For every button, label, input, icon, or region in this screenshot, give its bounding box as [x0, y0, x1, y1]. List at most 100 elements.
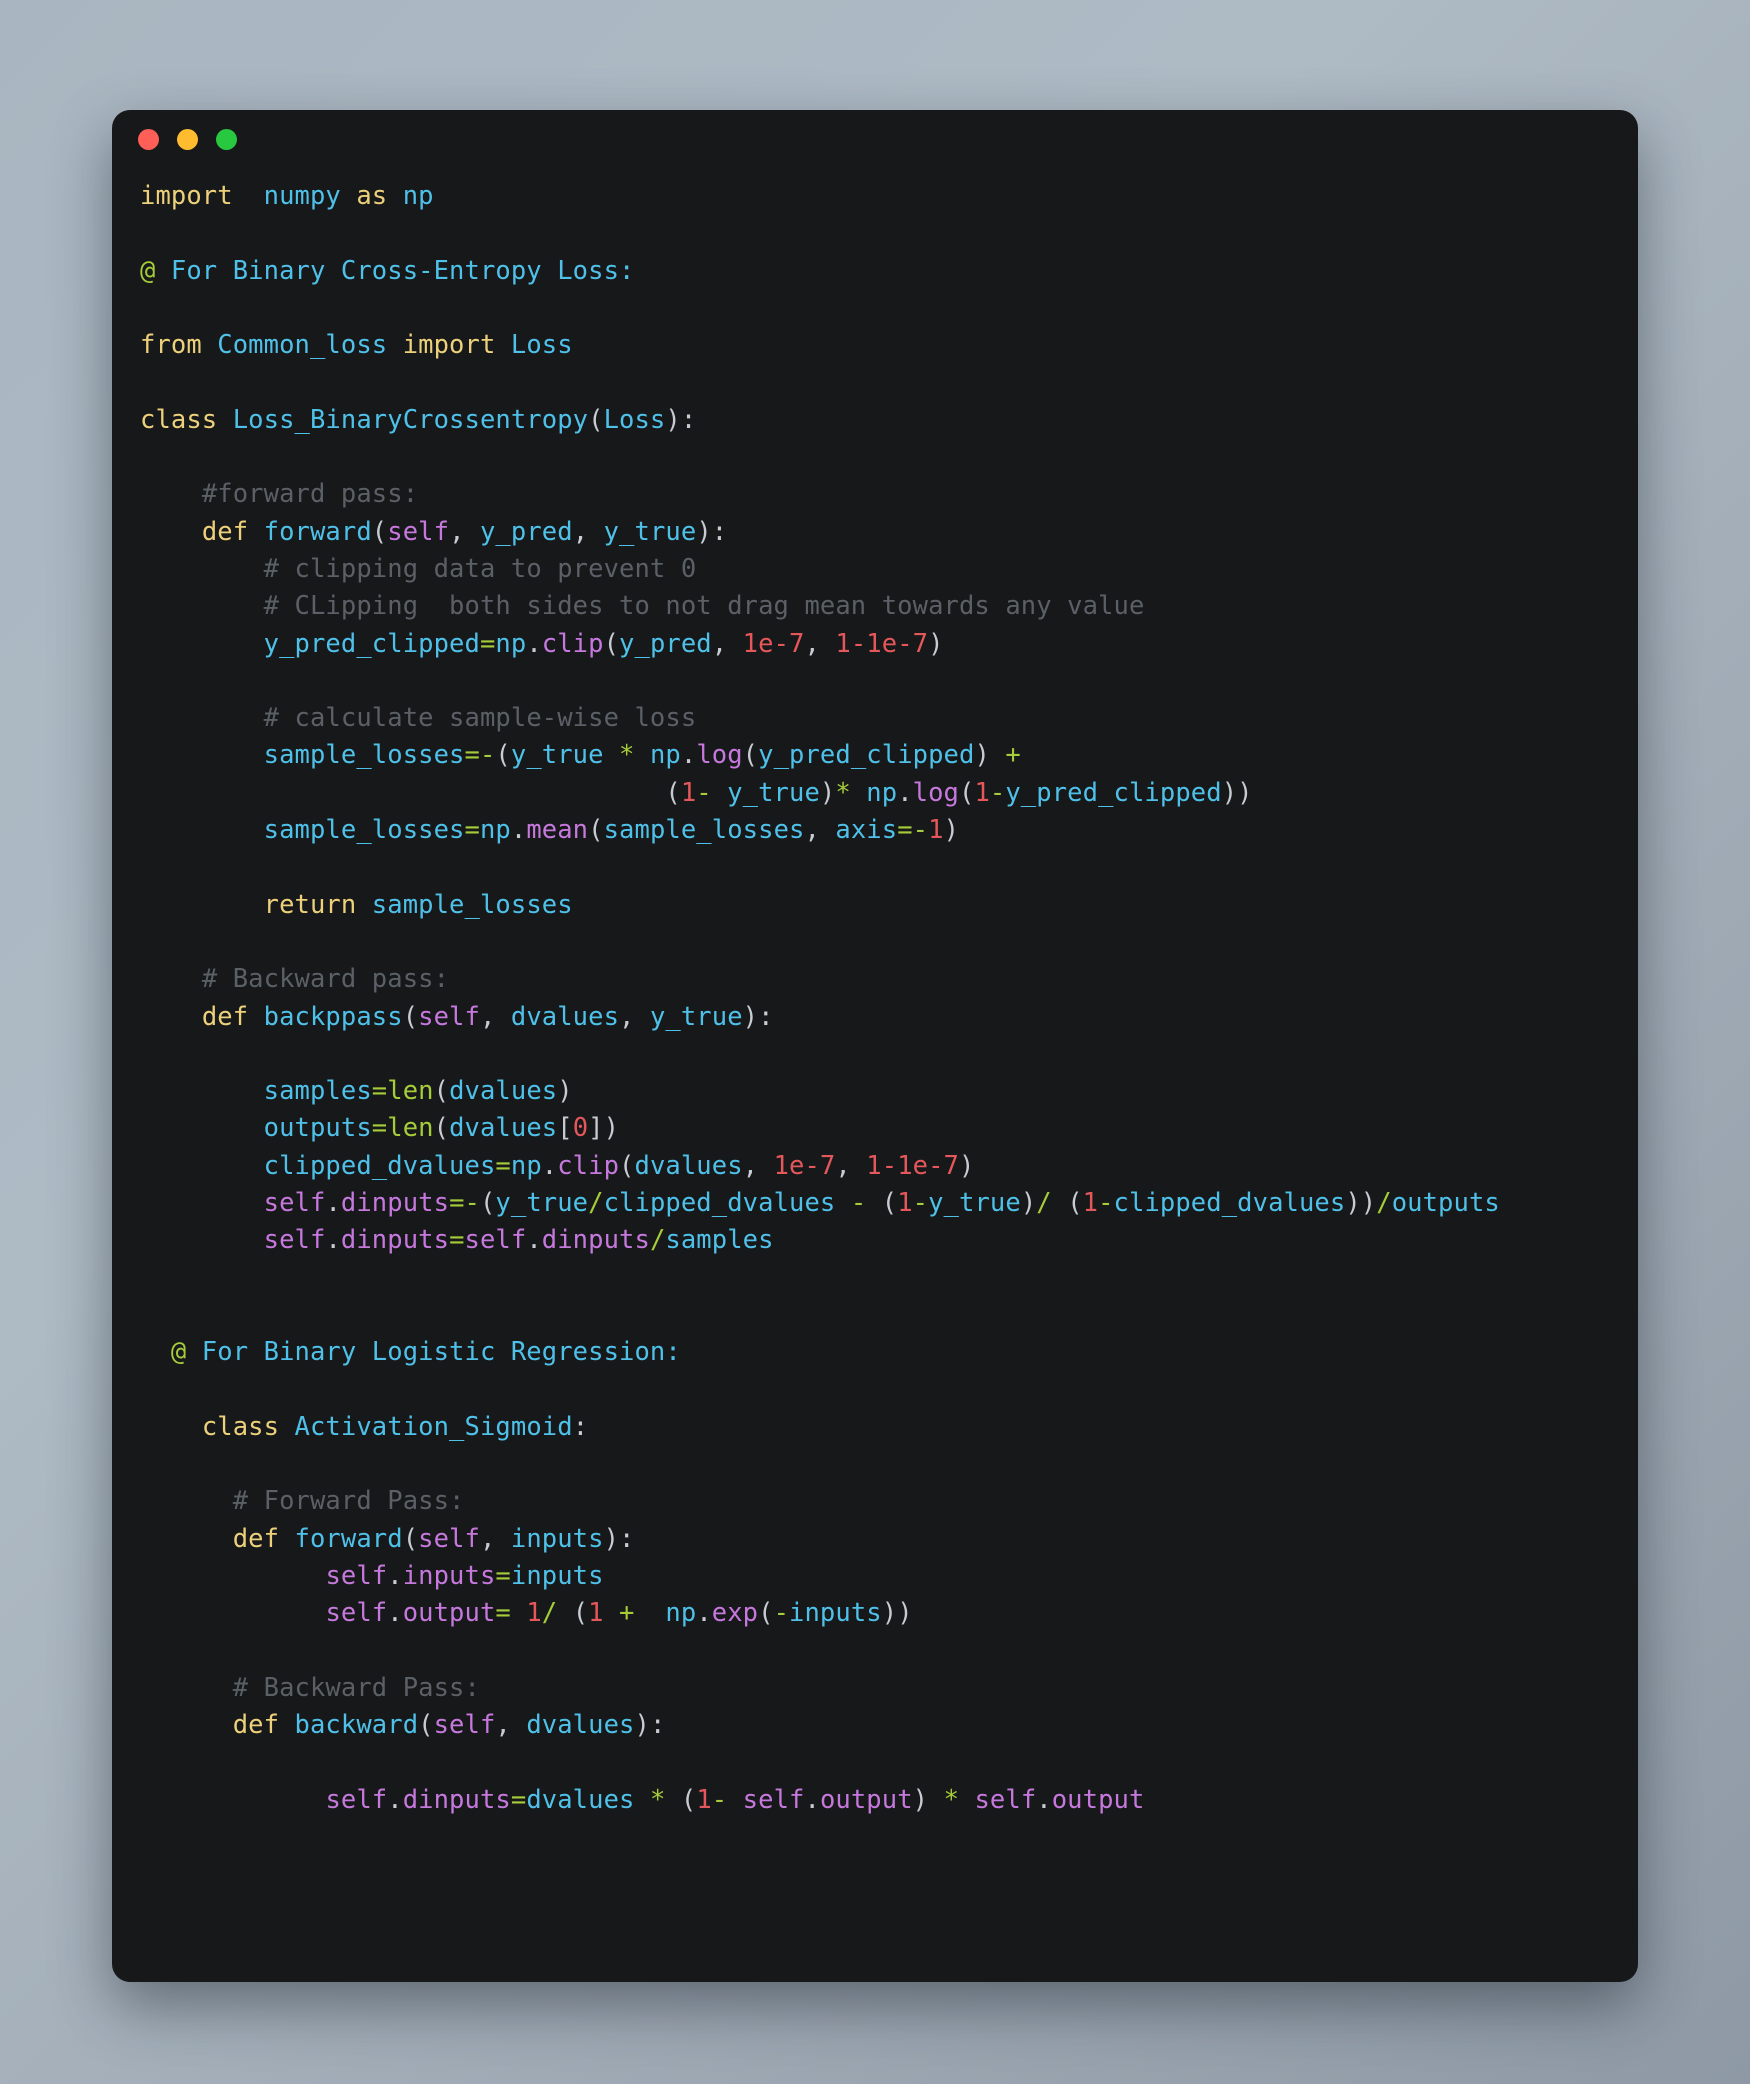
code-line: sample_losses=-(y_true * np.log(y_pred_c… — [140, 737, 1638, 774]
code-token-punct: )) — [881, 1598, 913, 1629]
code-token-punct: , — [479, 1523, 511, 1554]
code-token-punct: . — [1036, 1784, 1052, 1815]
code-token-kw: class — [201, 1411, 280, 1442]
code-token-punct: )) — [1221, 777, 1253, 808]
code-token-attr: output — [819, 1784, 913, 1815]
code-token-self: self — [433, 1710, 496, 1741]
code-token-comment: # clipping data to prevent 0 — [263, 553, 697, 584]
code-token-op: / — [1376, 1188, 1392, 1219]
code-token-name: backppass — [263, 1001, 403, 1032]
code-token-punct: ( — [665, 777, 681, 808]
code-token-op: - — [696, 777, 712, 808]
code-token-attr: dinputs — [340, 1188, 450, 1219]
code-token-punct: , — [835, 1150, 867, 1181]
code-token-fn: clip — [557, 1150, 620, 1181]
code-token-punct: . — [526, 1225, 542, 1256]
code-line: self.dinputs=self.dinputs/samples — [140, 1222, 1638, 1259]
close-window-button[interactable] — [138, 128, 159, 150]
code-token-name: dvalues — [526, 1784, 635, 1815]
code-token-name: axis — [835, 815, 898, 846]
code-token-name: np — [665, 1598, 697, 1629]
code-token-name: np — [402, 181, 434, 211]
code-token-op: - — [1098, 1188, 1114, 1219]
code-token-punct: . — [526, 628, 542, 659]
code-token-punct: ( — [479, 1188, 496, 1219]
code-token-name: inputs — [510, 1523, 604, 1554]
minimize-window-button[interactable] — [177, 128, 198, 150]
code-token-punct: . — [696, 1598, 712, 1629]
code-token-op: = — [371, 1076, 388, 1107]
code-window: import numpy as np @ For Binary Cross-Ent… — [112, 110, 1638, 1982]
code-token-op: * — [835, 777, 851, 808]
code-token-self: self — [387, 516, 450, 547]
code-token-name: y_true — [603, 516, 697, 547]
maximize-window-button[interactable] — [216, 128, 237, 150]
code-token-punct: . — [680, 740, 697, 771]
code-line: @ For Binary Logistic Regression: — [140, 1334, 1638, 1371]
code-token-self: self — [325, 1784, 388, 1815]
code-token-self: self — [325, 1598, 388, 1629]
screenshot-stage: import numpy as np @ For Binary Cross-Ent… — [0, 0, 1750, 2084]
code-token-punct: ( — [588, 404, 604, 435]
code-token-name: Loss_BinaryCrossentropy — [232, 404, 589, 435]
code-token-name: inputs — [510, 1560, 604, 1591]
code-line: outputs=len(dvalues[0]) — [140, 1110, 1638, 1147]
window-titlebar — [112, 110, 1638, 168]
code-line: # Backward Pass: — [140, 1670, 1638, 1707]
code-token-punct: . — [387, 1598, 403, 1629]
code-token-name: outputs — [1391, 1188, 1500, 1219]
code-token-self: self — [325, 1560, 388, 1591]
code-block[interactable]: import numpy as np @ For Binary Cross-Ent… — [112, 168, 1638, 1819]
code-line: (1- y_true)* np.log(1-y_pred_clipped)) — [140, 775, 1638, 812]
code-token-num: 1e-7 — [773, 1150, 836, 1181]
code-line: clipped_dvalues=np.clip(dvalues, 1e-7, 1… — [140, 1148, 1638, 1185]
code-token-punct: ): — [665, 404, 697, 435]
code-token-name: y_pred_clipped — [1005, 777, 1222, 808]
code-token-num: 1 — [974, 777, 990, 808]
code-token-op: / — [1036, 1188, 1052, 1219]
code-token-name: y_pred_clipped — [263, 628, 480, 659]
code-token-punct: ( — [433, 1113, 450, 1144]
code-token-punct: , — [495, 1710, 527, 1741]
code-token-name: sample_losses — [603, 815, 805, 846]
code-token-punct: )) — [1345, 1188, 1377, 1219]
code-token-name: y_pred — [619, 628, 712, 659]
code-token-self: self — [418, 1001, 480, 1032]
code-token-self: self — [974, 1784, 1037, 1815]
code-token-fn: exp — [711, 1598, 759, 1629]
code-token-punct: ) — [959, 1150, 975, 1181]
code-token-punct: ( — [603, 628, 620, 659]
code-token-punct: ( — [588, 815, 604, 846]
code-token-punct: ( — [959, 777, 975, 808]
code-token-attr: output — [1051, 1784, 1145, 1815]
code-token-punct: ( — [619, 1150, 635, 1181]
code-token-punct: , — [742, 1150, 774, 1181]
code-token-punct: . — [541, 1150, 558, 1181]
code-line: self.dinputs=dvalues * (1- self.output) … — [140, 1782, 1638, 1819]
code-token-num: 1 — [588, 1598, 604, 1629]
code-token-name: y_true — [928, 1188, 1021, 1219]
code-line: import numpy as np — [140, 178, 1638, 215]
code-token-name: y_true — [727, 777, 820, 808]
